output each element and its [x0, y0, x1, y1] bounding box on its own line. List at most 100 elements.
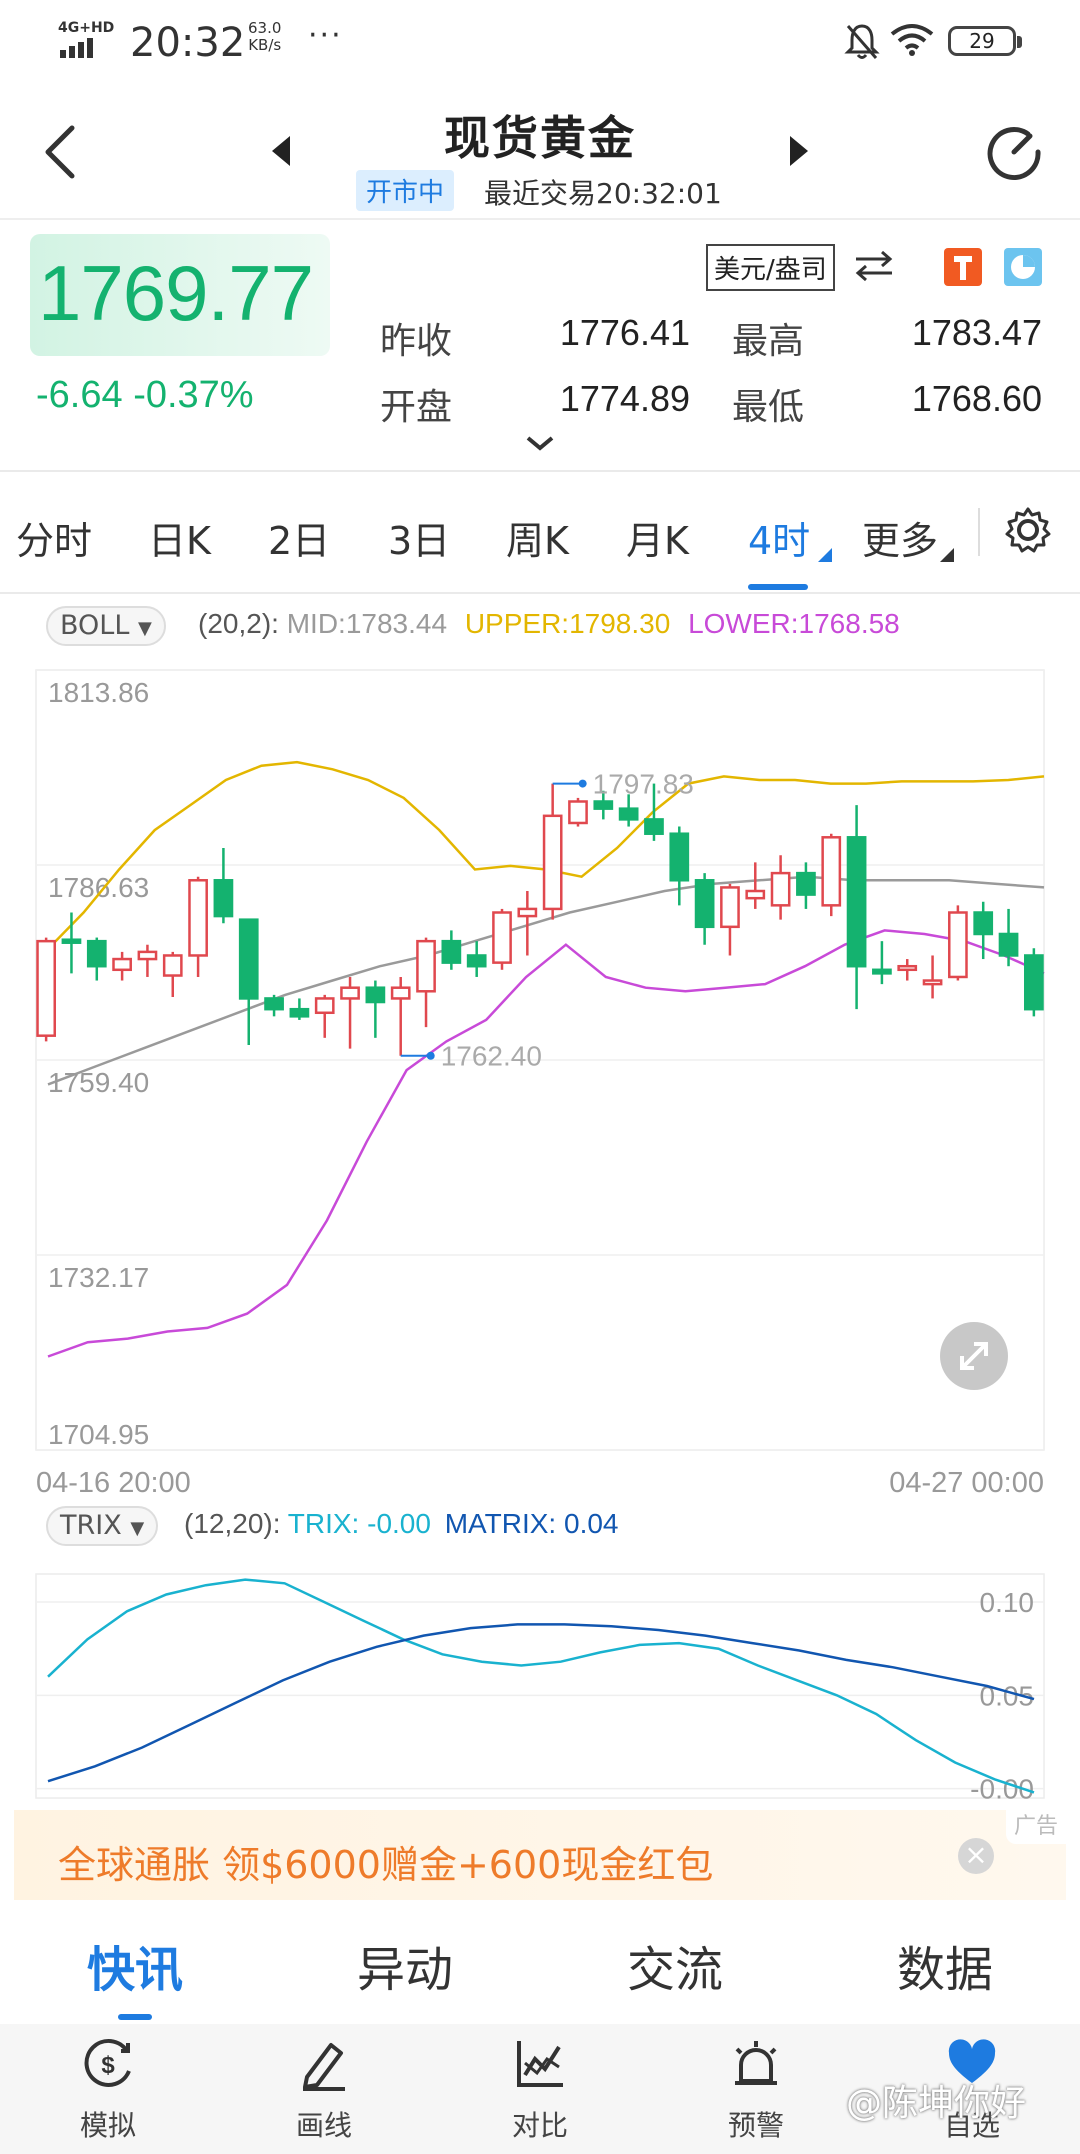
candle-up	[720, 886, 740, 929]
market-status-badge: 开市中	[356, 170, 455, 211]
y-tick-label: 1813.86	[48, 677, 149, 708]
candle-down	[796, 871, 816, 896]
sub-indicator-selector[interactable]: TRIX ▼	[46, 1506, 159, 1546]
tab-monthly-k[interactable]: 月K	[626, 510, 689, 565]
page-title: 现货黄金	[444, 111, 636, 165]
candle-down	[694, 879, 715, 929]
tab-more[interactable]: 更多	[862, 510, 938, 565]
candle-up	[112, 957, 132, 972]
tabs-separator	[978, 508, 980, 556]
candle-down	[593, 800, 614, 810]
candle-up	[770, 871, 791, 907]
candle-down	[973, 911, 994, 936]
low-marker-dot	[426, 1051, 435, 1060]
trix-chart[interactable]: 0.100.05-0.00	[0, 1560, 1080, 1804]
tab-3day[interactable]: 3日	[388, 510, 450, 565]
candle-down	[644, 818, 664, 835]
expand-icon	[960, 1342, 988, 1370]
battery-indicator: 29	[948, 26, 1022, 56]
candle-up	[745, 889, 766, 900]
nav-simulate[interactable]: $ 模拟	[0, 2028, 216, 2144]
tab-weekly-k[interactable]: 周K	[506, 510, 569, 565]
settings-gear-icon[interactable]	[1004, 506, 1052, 554]
candle-up	[922, 979, 943, 986]
clock: 20:32	[130, 20, 246, 66]
candle-up	[137, 950, 158, 961]
pie-chart-icon[interactable]	[1004, 248, 1042, 286]
y-tick-label: 1786.63	[48, 872, 149, 903]
high-marker-dot	[578, 779, 587, 788]
low-annotation: 1762.40	[441, 1041, 542, 1072]
news-tab-underline	[118, 2014, 152, 2020]
active-tab-underline	[748, 584, 808, 590]
high-label: 最高	[732, 321, 805, 362]
candle-down	[365, 986, 386, 1004]
tab-movements[interactable]: 异动	[270, 1930, 540, 2000]
candle-down	[86, 939, 107, 968]
prev-close-label: 昨收	[380, 321, 453, 362]
trix-values: (12,20): TRIX: -0.00 MATRIX: 0.04	[184, 1508, 619, 1539]
nav-draw[interactable]: 画线	[216, 2028, 432, 2144]
candle-up	[340, 986, 360, 1000]
candle-down	[61, 938, 82, 944]
high-annotation: 1797.83	[593, 769, 694, 800]
tower-icon[interactable]	[944, 248, 982, 286]
tab-intraday[interactable]: 分时	[16, 510, 92, 565]
tab-more-corner-icon	[940, 548, 954, 562]
expand-quote-chevron-icon[interactable]	[524, 434, 556, 452]
low-value: 1768.60	[911, 378, 1042, 419]
candle-up	[542, 814, 563, 911]
candle-down	[1024, 954, 1044, 1011]
candle-up	[416, 939, 436, 993]
open-value: 1774.89	[559, 378, 690, 419]
matrix-line	[47, 1623, 1035, 1783]
candle-down	[872, 968, 892, 975]
nav-compare-label: 对比	[511, 2109, 568, 2142]
last-trade-time: 最近交易20:32:01	[484, 177, 722, 210]
ad-text[interactable]: 全球通胀 领$6000赠金+600现金红包	[58, 1834, 713, 1889]
tabs-top-divider	[0, 470, 1080, 472]
candle-up	[390, 986, 411, 1000]
candle-down	[289, 1007, 310, 1018]
y-tick-label: 1732.17	[48, 1262, 149, 1293]
tab-daily-k[interactable]: 日K	[148, 510, 211, 565]
candle-down	[213, 879, 234, 918]
nav-alert[interactable]: 预警	[648, 2028, 864, 2144]
unit-selector[interactable]: 美元/盎司	[706, 244, 835, 291]
swap-icon[interactable]	[852, 248, 896, 284]
candle-down	[466, 954, 487, 968]
candle-down	[846, 836, 867, 968]
svg-text:$: $	[101, 2052, 115, 2079]
tab-flash-news[interactable]: 快讯	[0, 1930, 270, 2000]
candle-up	[821, 836, 842, 907]
x-tick-label: 04-16 20:00	[36, 1467, 191, 1499]
candle-down	[618, 807, 639, 821]
y-tick-label: 1759.40	[48, 1067, 149, 1098]
nav-alert-label: 预警	[727, 2109, 784, 2142]
tab-discussion[interactable]: 交流	[540, 1930, 810, 2000]
tab-2day[interactable]: 2日	[268, 510, 330, 565]
status-bar: 4G+HD 20:32 63.0 KB/s ··· 29	[0, 0, 1080, 86]
tab-4hour[interactable]: 4时	[748, 510, 810, 565]
next-instrument-icon[interactable]	[786, 134, 810, 168]
candlestick-chart[interactable]: 1813.86 1786.63 1759.40 1732.17 1704.95 1797.…	[0, 640, 1080, 1510]
fullscreen-button[interactable]	[940, 1322, 1008, 1390]
candle-up	[314, 997, 335, 1015]
x-tick-label: 04-27 00:00	[889, 1467, 1044, 1499]
compare-chart-icon	[517, 2041, 563, 2087]
candle-up	[492, 911, 512, 964]
price-change: -6.64 -0.37%	[36, 374, 254, 416]
network-indicator: 4G+HD	[58, 20, 115, 36]
tab-4hour-corner-icon	[818, 548, 832, 562]
candle-up	[188, 879, 208, 957]
nav-compare[interactable]: 对比	[432, 2028, 648, 2144]
ad-close-button[interactable]: ×	[958, 1838, 994, 1874]
refresh-icon[interactable]	[982, 120, 1046, 184]
candle-down	[264, 997, 284, 1011]
tab-data[interactable]: 数据	[810, 1930, 1080, 2000]
watermark: @陈坤你好	[846, 2083, 1027, 2124]
open-label: 开盘	[380, 387, 453, 428]
candle-down	[238, 918, 259, 1000]
nav-simulate-label: 模拟	[79, 2109, 136, 2142]
prev-close-value: 1776.41	[559, 312, 690, 353]
